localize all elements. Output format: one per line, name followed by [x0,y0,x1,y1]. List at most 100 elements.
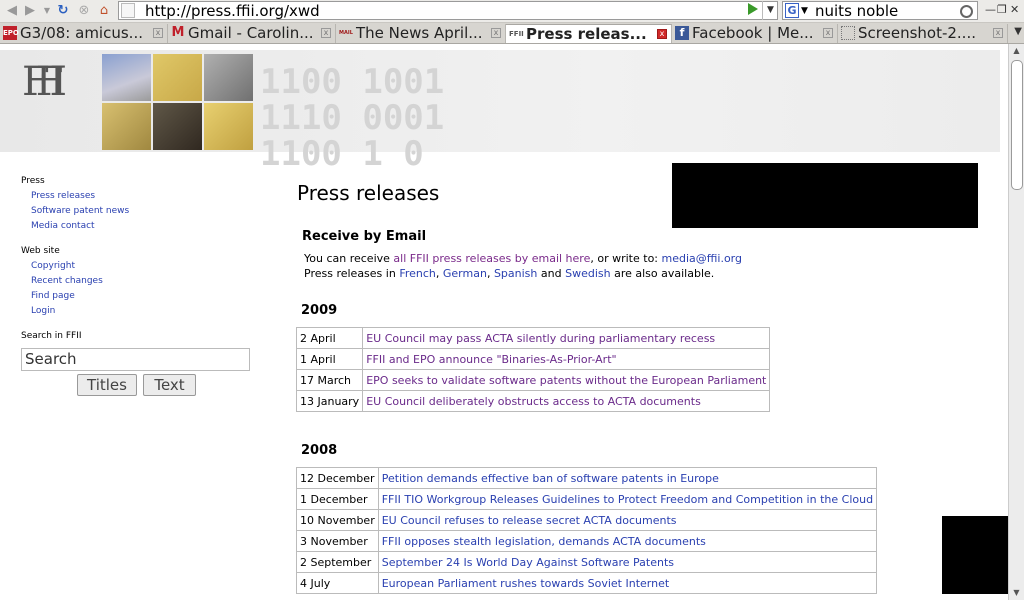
lang-german-link[interactable]: German [443,267,487,280]
press-table-2009: 2 April EU Council may pass ACTA silently… [295,327,771,412]
search-engine-dropdown-icon[interactable]: ▼ [801,2,808,20]
stop-icon[interactable]: ⊗ [75,2,93,20]
release-link[interactable]: EU Council deliberately obstructs access… [362,390,771,412]
sidebar-link-copyright[interactable]: Copyright [21,259,129,274]
table-row: 1 April FFII and EPO announce "Binaries-A… [295,348,771,370]
tab-screenshot[interactable]: Screenshot-2.... x [838,24,1008,43]
sidebar-heading-search: Search in FFII [21,331,82,341]
table-row: 2 April EU Council may pass ACTA silently… [295,327,771,349]
sidebar-link-media-contact[interactable]: Media contact [21,219,129,234]
table-row: 4 July European Parliament rushes towards… [296,572,878,594]
subscribe-link[interactable]: all FFII press releases by email here [393,252,590,265]
release-link[interactable]: EPO seeks to validate software patents w… [362,369,771,391]
reload-icon[interactable]: ↻ [54,2,72,20]
facebook-favicon-icon: f [675,26,689,40]
url-dropdown-icon[interactable]: ▼ [762,1,778,20]
release-link[interactable]: EU Council refuses to release secret ACT… [377,509,878,531]
lang-french-link[interactable]: French [399,267,436,280]
table-row: 13 January EU Council deliberately obstru… [295,390,771,412]
press-table-2008: 12 December Petition demands effective ba… [296,467,878,594]
minimize-icon[interactable]: — [985,3,996,16]
close-window-icon[interactable]: ✕ [1010,3,1019,16]
sidebar-link-login[interactable]: Login [21,304,129,319]
page-title: Press releases [297,181,440,205]
close-tab-icon[interactable]: x [491,28,501,38]
restore-icon[interactable]: ❐ [997,3,1007,16]
tab-list-icon[interactable]: ▼ [1014,26,1022,37]
release-date: 4 July [296,572,379,594]
close-tab-icon[interactable]: x [153,28,163,38]
search-engine-icon[interactable]: G [785,3,799,18]
go-arrow-icon[interactable] [748,3,758,15]
sidebar-link-find-page[interactable]: Find page [21,289,129,304]
parliament-photo [204,54,253,101]
close-tab-icon[interactable]: x [657,29,667,39]
sidebar-link-press-releases[interactable]: Press releases [21,189,129,204]
release-link[interactable]: FFII TIO Workgroup Releases Guidelines t… [377,488,878,510]
tab-title: Facebook | Me... [692,24,814,42]
release-date: 13 January [295,390,364,412]
facade-photo [102,103,151,150]
url-text[interactable]: http://press.ffii.org/xwd [145,2,320,20]
release-date: 10 November [296,509,379,531]
lang-spanish-link[interactable]: Spanish [494,267,537,280]
table-row: 12 December Petition demands effective ba… [296,467,878,489]
close-tab-icon[interactable]: x [823,28,833,38]
release-date: 2 September [296,551,379,573]
tab-facebook[interactable]: f Facebook | Me... x [672,24,838,43]
search-value[interactable]: nuits noble [815,2,898,20]
release-date: 12 December [296,467,379,489]
email-heading: Receive by Email [302,229,427,244]
line1-prefix: You can receive [304,252,394,265]
sidebar-link-software-patent-news[interactable]: Software patent news [21,204,129,219]
ffii-logo[interactable]: FFII [22,60,67,104]
release-link[interactable]: European Parliament rushes towards Sovie… [377,572,878,594]
release-link[interactable]: EU Council may pass ACTA silently during… [362,327,771,349]
tab-epo[interactable]: EPO G3/08: amicus... x [0,24,168,43]
release-link[interactable]: FFII and EPO announce "Binaries-As-Prior… [362,348,771,370]
sidebar: Press Press releases Software patent new… [21,174,129,344]
tab-gmail[interactable]: M Gmail - Carolin... x [168,24,336,43]
navigation-toolbar: ◀ ▶ ▼ ↻ ⊗ ⌂ http://press.ffii.org/xwd ▼ … [0,0,1024,23]
interior-photo [153,103,202,150]
tab-title: Screenshot-2.... [858,24,976,42]
table-row: 1 December FFII TIO Workgroup Releases Gu… [296,488,878,510]
release-link[interactable]: Petition demands effective ban of softwa… [377,467,878,489]
search-box[interactable]: G ▼ nuits noble [782,1,978,20]
vertical-scrollbar[interactable]: ▲ ▼ [1008,44,1024,600]
sidebar-link-recent-changes[interactable]: Recent changes [21,274,129,289]
text-button[interactable]: Text [143,374,196,396]
lang-swedish-link[interactable]: Swedish [565,267,611,280]
scroll-down-icon[interactable]: ▼ [1009,586,1024,600]
back-icon[interactable]: ◀ [3,2,21,20]
page-icon [121,3,135,18]
year-heading-2008: 2008 [301,443,338,458]
scroll-up-icon[interactable]: ▲ [1009,44,1024,58]
close-tab-icon[interactable]: x [321,28,331,38]
close-tab-icon[interactable]: x [993,28,1003,38]
scroll-thumb[interactable] [1011,60,1023,190]
release-link[interactable]: September 24 Is World Day Against Softwa… [377,551,878,573]
release-date: 17 March [295,369,364,391]
sidebar-heading-website: Web site [21,246,60,256]
table-row: 3 November FFII opposes stealth legislati… [296,530,878,552]
gmail-favicon-icon: M [171,25,185,40]
forward-icon[interactable]: ▶ [21,2,39,20]
magnifier-icon[interactable] [960,5,973,18]
flags-photo [102,54,151,101]
line2-prefix: Press releases in [304,267,400,280]
release-date: 1 December [296,488,379,510]
titles-button[interactable]: Titles [77,374,137,396]
tab-title: The News April... [356,24,483,42]
url-bar[interactable]: http://press.ffii.org/xwd [118,1,778,20]
site-search-input[interactable]: Search [21,348,250,371]
release-date: 1 April [295,348,364,370]
window-photo [204,103,253,150]
redacted-block [672,163,978,228]
release-link[interactable]: FFII opposes stealth legislation, demand… [377,530,878,552]
tab-press-releases[interactable]: FFII Press releas... x [506,24,672,43]
tab-news[interactable]: MAIL The News April... x [336,24,506,43]
home-icon[interactable]: ⌂ [95,2,113,20]
media-email-link[interactable]: media@ffii.org [662,252,743,265]
lang-and: and [537,267,566,280]
